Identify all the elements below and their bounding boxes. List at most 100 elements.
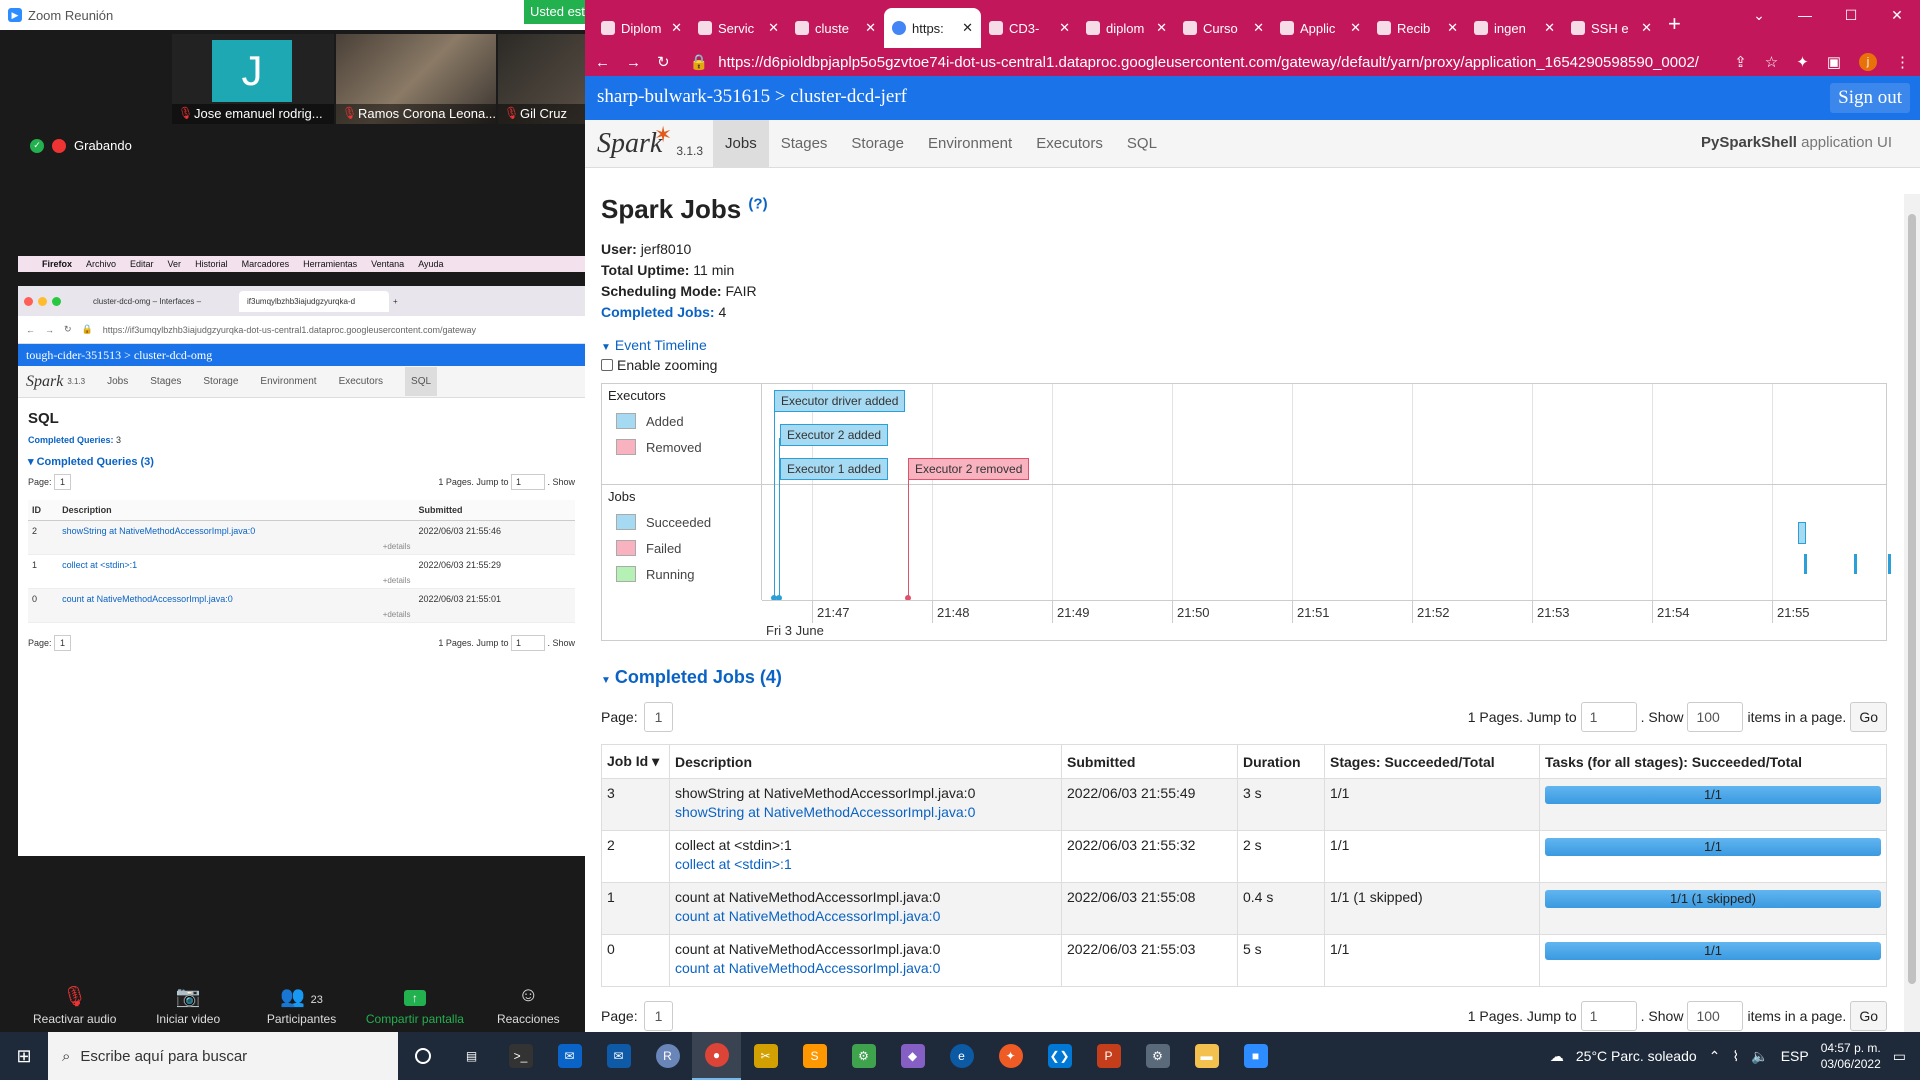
firefox-tab[interactable]: cluster-dcd-omg – Interfaces – xyxy=(85,291,235,312)
taskbar-search[interactable]: ⌕ Escribe aquí para buscar xyxy=(48,1032,398,1080)
column-header[interactable]: Job Id ▾ xyxy=(601,744,670,779)
mail-icon[interactable]: ✉ xyxy=(545,1032,594,1080)
job-bar[interactable] xyxy=(1798,522,1806,544)
details-toggle[interactable]: +details xyxy=(62,542,411,551)
page-button[interactable]: 1 xyxy=(643,702,674,732)
menu-item[interactable]: Archivo xyxy=(86,259,116,269)
browser-tab[interactable]: diplom ✕ xyxy=(1078,8,1175,48)
menu-item[interactable]: Ayuda xyxy=(418,259,443,269)
menu-item[interactable]: Herramientas xyxy=(303,259,357,269)
notifications-icon[interactable]: ▭ xyxy=(1893,1048,1906,1065)
tab-jobs[interactable]: Jobs xyxy=(107,376,128,387)
vscode-icon[interactable]: ❮❯ xyxy=(1035,1032,1084,1080)
event-timeline-toggle[interactable]: ▼ Event Timeline xyxy=(601,337,1920,353)
visual-studio-icon[interactable]: ◆ xyxy=(888,1032,937,1080)
extensions-icon[interactable]: ✦ xyxy=(1796,53,1809,71)
settings-app-icon[interactable]: ⚙ xyxy=(1133,1032,1182,1080)
enable-zooming[interactable]: Enable zooming xyxy=(601,357,1920,373)
close-icon[interactable]: ✕ xyxy=(1156,20,1167,36)
tab-storage[interactable]: Storage xyxy=(839,120,916,167)
omnibox-url[interactable]: https://d6pioldbpjaplp5o5gzvtoe74i-dot-u… xyxy=(718,54,1699,71)
go-button[interactable]: Go xyxy=(1850,702,1887,732)
zoom-taskbar-icon[interactable]: ■ xyxy=(1231,1032,1280,1080)
enable-zooming-checkbox[interactable] xyxy=(601,359,613,371)
page-button[interactable]: 1 xyxy=(54,635,72,651)
timeline-event[interactable]: Executor driver added xyxy=(774,390,906,412)
tab-executors[interactable]: Executors xyxy=(1024,120,1115,167)
tab-environment[interactable]: Environment xyxy=(916,120,1024,167)
menu-item[interactable]: Ventana xyxy=(371,259,404,269)
tab-stages[interactable]: Stages xyxy=(769,120,840,167)
browser-tab-active[interactable]: https: ✕ xyxy=(884,8,981,48)
page-size-input[interactable]: 100 xyxy=(1687,702,1744,732)
participants-button[interactable]: 👥 23 Participantes xyxy=(245,976,358,1032)
jump-to-input[interactable]: 1 xyxy=(1580,702,1637,732)
close-icon[interactable]: ✕ xyxy=(865,20,876,36)
browser-tab[interactable]: ingen ✕ xyxy=(1466,8,1563,48)
menu-item[interactable]: Editar xyxy=(130,259,154,269)
omnibox[interactable]: 🔒 https://d6pioldbpjaplp5o5gzvtoe74i-dot… xyxy=(686,49,1719,75)
outlook-icon[interactable]: ✉ xyxy=(594,1032,643,1080)
close-icon[interactable]: ✕ xyxy=(1447,20,1458,36)
browser-tab[interactable]: Recib ✕ xyxy=(1369,8,1466,48)
address-field[interactable]: https://if3umqylbzhb3iajudgzyurqka-dot-u… xyxy=(103,325,585,335)
profile-avatar[interactable]: j xyxy=(1859,53,1877,71)
participant-tile[interactable]: J 🎙 Jose emanuel rodrig... xyxy=(172,34,334,124)
browser-tab[interactable]: Applic ✕ xyxy=(1272,8,1369,48)
browser-tab[interactable]: CD3- ✕ xyxy=(981,8,1078,48)
chrome-taskbar-icon[interactable]: ● xyxy=(692,1032,741,1080)
tab-storage[interactable]: Storage xyxy=(203,376,238,387)
menu-item[interactable]: Ver xyxy=(168,259,182,269)
unmute-button[interactable]: 🎙 Reactivar audio xyxy=(18,976,131,1032)
participant-tile[interactable]: 🎙 Gil Cruz xyxy=(498,34,588,124)
help-link[interactable]: (?) xyxy=(748,195,767,212)
timeline-event[interactable]: Executor 1 added xyxy=(780,458,889,480)
maximize-icon[interactable]: ☐ xyxy=(1828,0,1874,30)
start-video-button[interactable]: 📷 Iniciar video xyxy=(131,976,244,1032)
job-bar[interactable] xyxy=(1804,554,1807,574)
chevron-up-icon[interactable]: ⌃ xyxy=(1709,1048,1721,1065)
participant-tile[interactable]: 🎙 Ramos Corona Leona... xyxy=(336,34,496,124)
tab-jobs[interactable]: Jobs xyxy=(713,120,769,167)
sign-out-button[interactable]: Sign out xyxy=(1830,83,1910,113)
forward-icon[interactable]: → xyxy=(626,54,641,71)
task-view-icon[interactable]: ▤ xyxy=(447,1032,496,1080)
sublime-icon[interactable]: S xyxy=(790,1032,839,1080)
go-button[interactable]: Go xyxy=(1850,1001,1887,1031)
edge-icon[interactable]: e xyxy=(937,1032,986,1080)
job-description-link[interactable]: collect at <stdin>:1 xyxy=(675,856,1056,872)
maximize-icon[interactable] xyxy=(52,296,61,306)
column-header[interactable]: Tasks (for all stages): Succeeded/Total xyxy=(1539,744,1887,779)
bookmark-star-icon[interactable]: ☆ xyxy=(1765,53,1778,71)
tool-icon[interactable]: ⚙ xyxy=(839,1032,888,1080)
terminal-icon[interactable]: >_ xyxy=(496,1032,545,1080)
column-header[interactable]: Stages: Succeeded/Total xyxy=(1324,744,1540,779)
share-screen-button[interactable]: ↑ Compartir pantalla xyxy=(358,976,471,1032)
jump-to-input[interactable]: 1 xyxy=(1580,1001,1637,1031)
close-icon[interactable]: ✕ xyxy=(768,20,779,36)
job-bar[interactable] xyxy=(1854,554,1857,574)
close-icon[interactable]: ✕ xyxy=(1544,20,1555,36)
close-icon[interactable]: ✕ xyxy=(1874,0,1920,30)
menu-item[interactable]: Firefox xyxy=(42,259,72,269)
weather-icon[interactable]: ☁ xyxy=(1550,1048,1564,1065)
jump-input[interactable]: 1 xyxy=(510,635,545,651)
share-icon[interactable]: ⇪ xyxy=(1734,53,1747,71)
tab-sql[interactable]: SQL xyxy=(1115,120,1169,167)
recording-indicator[interactable]: ✓ Grabando xyxy=(30,138,132,153)
r-icon[interactable]: R xyxy=(643,1032,692,1080)
query-description-link[interactable]: count at NativeMethodAccessorImpl.java:0 xyxy=(62,594,233,604)
clock[interactable]: 04:57 p. m. 03/06/2022 xyxy=(1821,1040,1881,1072)
browser-tab[interactable]: SSH e ✕ xyxy=(1563,8,1660,48)
close-icon[interactable]: ✕ xyxy=(1059,20,1070,36)
menu-item[interactable]: Marcadores xyxy=(242,259,290,269)
close-icon[interactable]: ✕ xyxy=(671,20,682,36)
back-icon[interactable]: ← xyxy=(26,325,35,335)
timeline-event[interactable]: Executor 2 removed xyxy=(908,458,1030,480)
browser-tab[interactable]: Diplom ✕ xyxy=(593,8,690,48)
weather-text[interactable]: 25°C Parc. soleado xyxy=(1576,1048,1697,1064)
scrollbar-thumb[interactable] xyxy=(1908,214,1916,984)
menu-item[interactable]: Historial xyxy=(195,259,228,269)
completed-jobs-toggle[interactable]: ▼ Completed Jobs (4) xyxy=(601,667,1920,688)
details-toggle[interactable]: +details xyxy=(62,610,411,619)
